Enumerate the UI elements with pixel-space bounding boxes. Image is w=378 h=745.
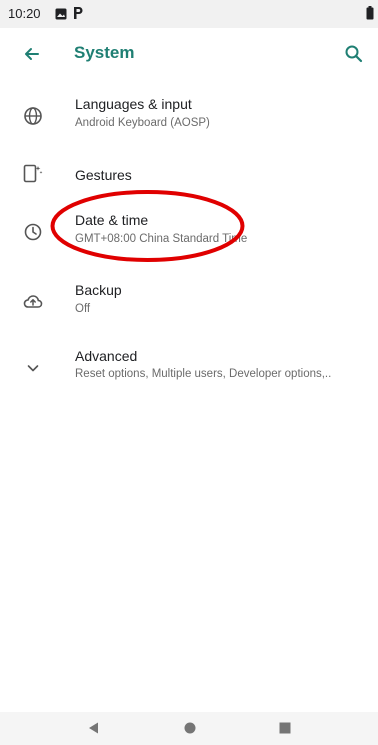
nav-recents-icon bbox=[279, 722, 291, 734]
back-button[interactable] bbox=[18, 40, 46, 68]
battery-icon bbox=[366, 6, 374, 25]
search-button[interactable] bbox=[340, 40, 368, 68]
item-summary: Off bbox=[75, 303, 91, 315]
globe-icon bbox=[22, 105, 44, 127]
nav-back-icon bbox=[89, 722, 98, 734]
nav-home-icon bbox=[184, 722, 196, 734]
app-bar: System bbox=[0, 28, 378, 80]
nav-home-button[interactable] bbox=[182, 720, 198, 736]
settings-item-backup[interactable]: Backup Off bbox=[0, 276, 378, 328]
photo-icon bbox=[55, 7, 67, 25]
navigation-bar bbox=[0, 712, 378, 745]
item-title: Languages & input bbox=[75, 96, 192, 112]
annotation-ellipse bbox=[50, 190, 245, 262]
status-bar: 10:20 bbox=[0, 0, 378, 28]
item-title: Backup bbox=[75, 282, 122, 298]
parking-icon bbox=[72, 6, 84, 25]
item-summary: Reset options, Multiple users, Developer… bbox=[75, 368, 332, 380]
nav-recents-button[interactable] bbox=[277, 720, 293, 736]
status-time: 10:20 bbox=[8, 6, 41, 21]
settings-item-advanced[interactable]: Advanced Reset options, Multiple users, … bbox=[0, 342, 378, 394]
nav-back-button[interactable] bbox=[86, 720, 102, 736]
page-title: System bbox=[74, 43, 135, 62]
chevron-down-icon bbox=[22, 357, 44, 379]
search-icon bbox=[345, 45, 363, 63]
item-title: Advanced bbox=[75, 348, 138, 364]
item-title: Gestures bbox=[75, 167, 132, 183]
cloud-upload-icon bbox=[22, 291, 44, 313]
clock-icon bbox=[22, 221, 44, 243]
settings-item-languages-input[interactable]: Languages & input Android Keyboard (AOSP… bbox=[0, 90, 378, 142]
back-arrow-icon bbox=[25, 48, 39, 60]
item-summary: Android Keyboard (AOSP) bbox=[75, 117, 210, 129]
gestures-icon bbox=[22, 163, 44, 185]
